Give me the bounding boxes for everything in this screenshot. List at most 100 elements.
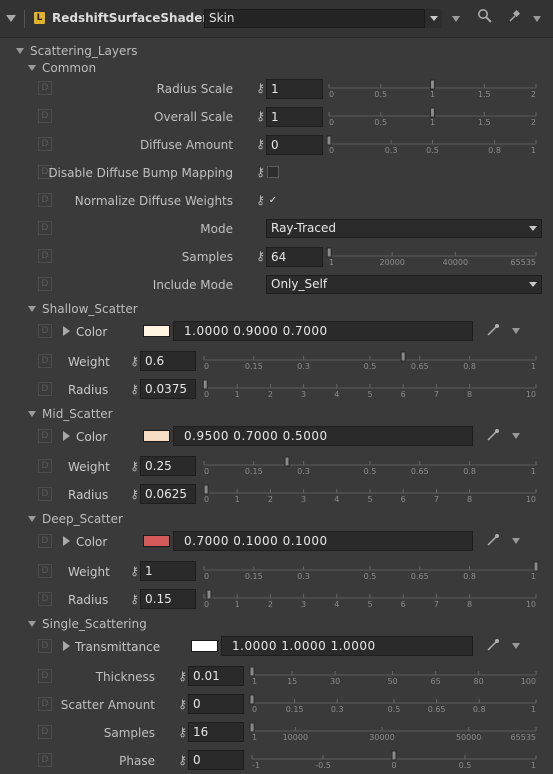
overall-scale-input[interactable]: 1 xyxy=(266,107,323,127)
d-icon[interactable]: D xyxy=(38,429,52,443)
transmittance-field[interactable]: 1.0000 1.0000 1.0000 xyxy=(221,636,473,656)
d-icon[interactable]: D xyxy=(38,354,52,368)
slider-handle[interactable] xyxy=(206,589,212,600)
eyedropper-icon[interactable] xyxy=(486,638,500,655)
color-menu-icon[interactable] xyxy=(512,328,520,334)
deep-radius-slider[interactable]: 0 1 2 3 4 5 6 7 8 10 xyxy=(200,587,540,612)
shallow-weight-slider[interactable]: 0 0.15 0.3 0.5 0.65 0.8 1 xyxy=(200,349,540,374)
keyframe-icon[interactable]: ⚷ xyxy=(130,592,139,606)
samples-slider[interactable]: 1 20000 40000 65535 xyxy=(325,245,540,270)
slider-handle[interactable] xyxy=(326,247,332,258)
expand-color-icon[interactable] xyxy=(63,641,70,651)
keyframe-icon[interactable]: ⚷ xyxy=(178,753,187,767)
slider-handle[interactable] xyxy=(249,722,255,733)
common-group[interactable]: Common xyxy=(42,61,96,75)
keyframe-icon[interactable]: ⚷ xyxy=(130,382,139,396)
chevron-down-icon[interactable] xyxy=(529,282,537,287)
deep-radius-input[interactable]: 0.15 xyxy=(140,589,196,609)
slider-handle[interactable] xyxy=(203,484,209,495)
single-samples-input[interactable]: 16 xyxy=(188,722,244,742)
slider-handle[interactable] xyxy=(391,750,397,761)
collapse-node-icon[interactable] xyxy=(6,15,16,22)
d-icon[interactable]: D xyxy=(38,193,52,207)
phase-input[interactable]: 0 xyxy=(188,750,244,770)
d-icon[interactable]: D xyxy=(38,81,52,95)
pin-icon[interactable] xyxy=(506,8,524,28)
keyframe-icon[interactable]: ⚷ xyxy=(256,81,265,95)
include-mode-dropdown[interactable]: Only_Self xyxy=(266,275,542,294)
keyframe-icon[interactable]: ⚷ xyxy=(130,354,139,368)
deep-color-field[interactable]: 0.7000 0.1000 0.1000 xyxy=(173,531,473,551)
radius-scale-slider[interactable]: 0 0.5 1 1.5 2 xyxy=(325,77,540,102)
disable-bump-checkbox[interactable] xyxy=(267,166,279,178)
slider-handle[interactable] xyxy=(400,351,406,362)
single-samples-slider[interactable]: 1 10000 30000 50000 65535 xyxy=(248,720,540,745)
slider-handle[interactable] xyxy=(202,379,208,390)
mid-scatter-group[interactable]: Mid_Scatter xyxy=(42,407,113,421)
keyframe-icon[interactable]: ⚷ xyxy=(130,459,139,473)
color-menu-icon[interactable] xyxy=(512,538,520,544)
deep-weight-input[interactable]: 1 xyxy=(140,561,196,581)
keyframe-icon[interactable]: ⚷ xyxy=(256,137,265,151)
mid-radius-input[interactable]: 0.0625 xyxy=(140,484,196,504)
scatter-amount-input[interactable]: 0 xyxy=(188,694,244,714)
keyframe-icon[interactable]: ⚷ xyxy=(178,697,187,711)
node-lock-icon[interactable]: L xyxy=(34,12,45,24)
search-icon[interactable] xyxy=(476,8,494,28)
d-icon[interactable]: D xyxy=(38,249,52,263)
slider-handle[interactable] xyxy=(430,107,435,118)
chevron-down-icon[interactable] xyxy=(529,226,537,231)
eyedropper-icon[interactable] xyxy=(486,533,500,550)
expand-color-icon[interactable] xyxy=(63,326,70,336)
d-icon[interactable]: D xyxy=(38,592,52,606)
slider-handle[interactable] xyxy=(326,135,332,146)
d-icon[interactable]: D xyxy=(38,459,52,473)
shallow-radius-slider[interactable]: 0 1 2 3 4 5 6 7 8 10 xyxy=(200,377,540,402)
scattering-layers-group[interactable]: Scattering_Layers xyxy=(30,44,138,58)
d-icon[interactable]: D xyxy=(38,109,52,123)
diffuse-amount-slider[interactable]: 0 0.3 0.5 0.8 1 xyxy=(325,133,540,158)
slider-handle[interactable] xyxy=(430,79,435,90)
keyframe-icon[interactable]: ⚷ xyxy=(256,165,265,179)
slider-handle[interactable] xyxy=(249,694,255,705)
thickness-input[interactable]: 0.01 xyxy=(188,666,244,686)
common-toggle-icon[interactable] xyxy=(28,65,36,71)
deep-color-swatch[interactable] xyxy=(143,535,170,547)
scattering-layers-toggle-icon[interactable] xyxy=(16,48,24,54)
shallow-color-swatch[interactable] xyxy=(143,325,170,337)
d-icon[interactable]: D xyxy=(38,725,52,739)
d-icon[interactable]: D xyxy=(38,753,52,767)
single-toggle-icon[interactable] xyxy=(28,621,36,627)
keyframe-icon[interactable]: ⚷ xyxy=(130,487,139,501)
shallow-scatter-group[interactable]: Shallow_Scatter xyxy=(42,302,138,316)
eyedropper-icon[interactable] xyxy=(486,323,500,340)
shallow-toggle-icon[interactable] xyxy=(28,306,36,312)
shallow-weight-input[interactable]: 0.6 xyxy=(140,351,196,371)
mid-weight-input[interactable]: 0.25 xyxy=(140,456,196,476)
mode-dropdown[interactable]: Ray-Traced xyxy=(266,219,542,238)
mid-radius-slider[interactable]: 0 1 2 3 4 5 6 7 8 10 xyxy=(200,482,540,507)
keyframe-icon[interactable]: ⚷ xyxy=(130,564,139,578)
expand-color-icon[interactable] xyxy=(63,536,70,546)
overall-scale-slider[interactable]: 0 0.5 1 1.5 2 xyxy=(325,105,540,130)
normalize-checkbox[interactable]: ✓ xyxy=(267,194,279,206)
d-icon[interactable]: D xyxy=(38,324,52,338)
panel-menu-icon[interactable] xyxy=(533,16,541,22)
slider-handle[interactable] xyxy=(533,561,539,572)
keyframe-icon[interactable]: ⚷ xyxy=(256,109,265,123)
eyedropper-icon[interactable] xyxy=(486,428,500,445)
d-icon[interactable]: D xyxy=(38,221,52,235)
mid-color-field[interactable]: 0.9500 0.7000 0.5000 xyxy=(173,426,473,446)
single-scattering-group[interactable]: Single_Scattering xyxy=(42,617,147,631)
radius-scale-input[interactable]: 1 xyxy=(266,79,323,99)
samples-input[interactable]: 64 xyxy=(266,247,323,267)
d-icon[interactable]: D xyxy=(38,277,52,291)
d-icon[interactable]: D xyxy=(38,564,52,578)
diffuse-amount-input[interactable]: 0 xyxy=(266,135,323,155)
slider-handle[interactable] xyxy=(284,456,290,467)
d-icon[interactable]: D xyxy=(38,639,52,653)
color-menu-icon[interactable] xyxy=(512,433,520,439)
slider-handle[interactable] xyxy=(249,666,255,677)
keyframe-icon[interactable]: ⚷ xyxy=(178,669,187,683)
keyframe-icon[interactable]: ⚷ xyxy=(178,725,187,739)
